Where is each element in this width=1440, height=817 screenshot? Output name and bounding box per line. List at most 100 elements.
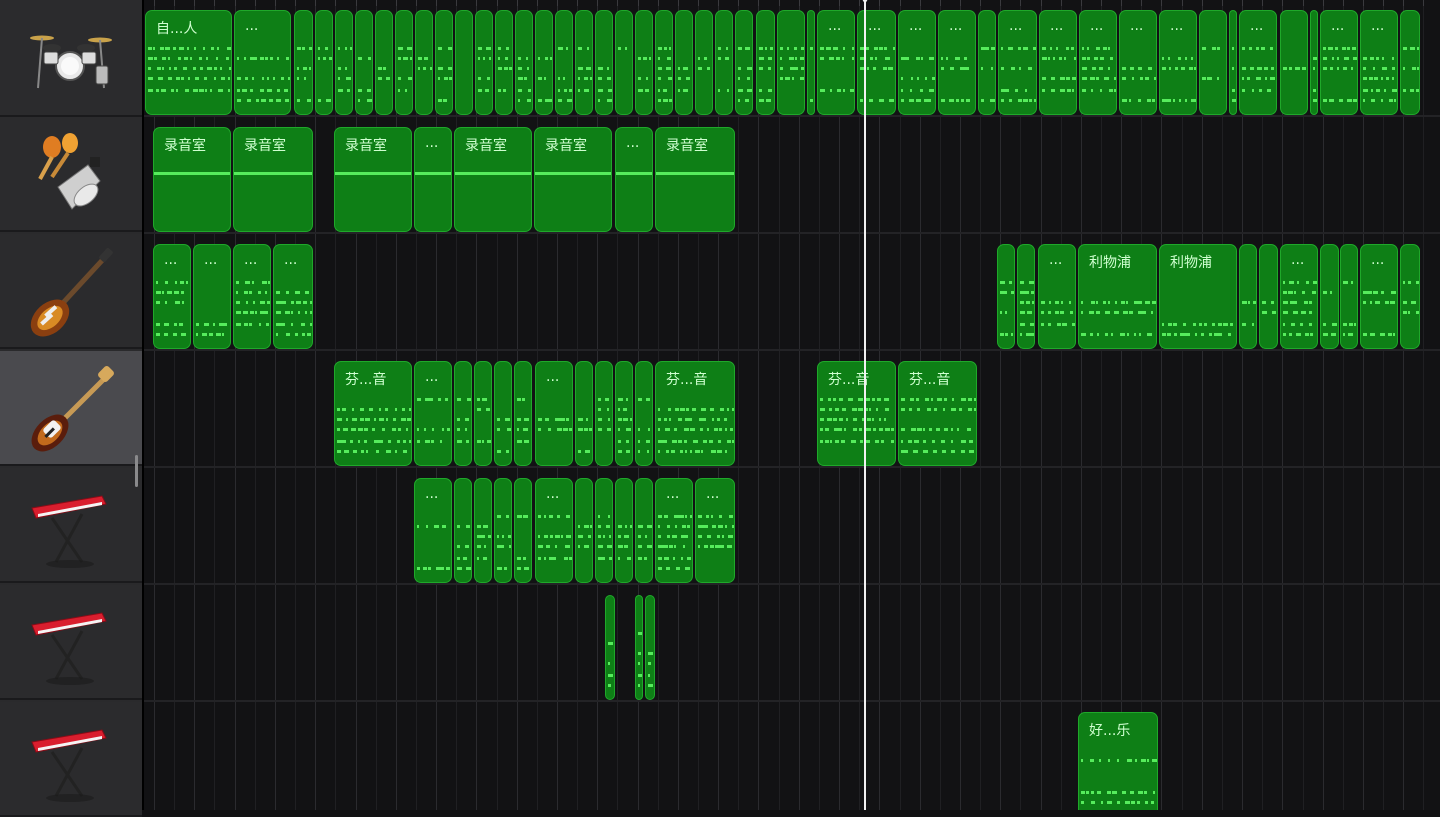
midi-region[interactable]: [474, 478, 492, 583]
vertical-scroll-indicator[interactable]: [135, 455, 138, 487]
midi-region[interactable]: [1340, 244, 1358, 349]
midi-region[interactable]: [454, 361, 472, 466]
midi-region[interactable]: ...: [1360, 10, 1398, 115]
midi-region[interactable]: 录音室: [233, 127, 313, 232]
midi-region[interactable]: [494, 478, 512, 583]
midi-region[interactable]: ...: [414, 127, 452, 232]
midi-region[interactable]: ...: [535, 478, 573, 583]
midi-region[interactable]: [777, 10, 805, 115]
midi-region[interactable]: 好...乐: [1078, 712, 1158, 810]
midi-region[interactable]: ...: [153, 244, 191, 349]
midi-region[interactable]: ...: [273, 244, 313, 349]
midi-region[interactable]: [635, 595, 643, 700]
midi-region[interactable]: [454, 478, 472, 583]
midi-region[interactable]: [375, 10, 393, 115]
midi-region[interactable]: [635, 361, 653, 466]
midi-region[interactable]: 芬...音: [817, 361, 896, 466]
midi-region[interactable]: ...: [695, 478, 735, 583]
midi-region[interactable]: [1280, 10, 1308, 115]
midi-region[interactable]: [575, 478, 593, 583]
midi-region[interactable]: [1229, 10, 1237, 115]
midi-region[interactable]: [475, 10, 493, 115]
midi-region[interactable]: [997, 244, 1015, 349]
midi-region[interactable]: 芬...音: [655, 361, 735, 466]
midi-region[interactable]: [695, 10, 713, 115]
track-header[interactable]: [0, 702, 142, 817]
midi-region[interactable]: 芬...音: [898, 361, 977, 466]
midi-region[interactable]: [455, 10, 473, 115]
midi-region[interactable]: 录音室: [334, 127, 412, 232]
midi-region[interactable]: [635, 478, 653, 583]
midi-region[interactable]: 利物浦: [1159, 244, 1237, 349]
midi-region[interactable]: [474, 361, 492, 466]
midi-region[interactable]: 自...人: [145, 10, 232, 115]
midi-region[interactable]: [635, 10, 653, 115]
midi-region[interactable]: 录音室: [534, 127, 612, 232]
track-header[interactable]: [0, 234, 142, 349]
midi-region[interactable]: [735, 10, 753, 115]
midi-region[interactable]: [1310, 10, 1318, 115]
midi-region[interactable]: [535, 10, 553, 115]
midi-region[interactable]: [595, 10, 613, 115]
midi-region[interactable]: [595, 478, 613, 583]
midi-region[interactable]: ...: [233, 244, 271, 349]
midi-region[interactable]: ...: [1360, 244, 1398, 349]
midi-region[interactable]: ...: [615, 127, 653, 232]
midi-region[interactable]: [335, 10, 353, 115]
track-header[interactable]: [0, 0, 142, 117]
midi-region[interactable]: [595, 361, 613, 466]
midi-region[interactable]: ...: [817, 10, 855, 115]
midi-region[interactable]: [575, 361, 593, 466]
midi-region[interactable]: [1259, 244, 1278, 349]
midi-region[interactable]: ...: [938, 10, 976, 115]
midi-region[interactable]: ...: [1159, 10, 1197, 115]
midi-region[interactable]: 录音室: [454, 127, 532, 232]
midi-region[interactable]: ...: [414, 478, 452, 583]
midi-region[interactable]: ...: [998, 10, 1037, 115]
midi-region[interactable]: [1400, 10, 1420, 115]
midi-region[interactable]: ...: [655, 478, 693, 583]
arrangement-area[interactable]: 自...人...................................…: [144, 0, 1440, 810]
midi-region[interactable]: [1017, 244, 1035, 349]
midi-region[interactable]: ...: [535, 361, 573, 466]
midi-region[interactable]: ...: [193, 244, 231, 349]
midi-region[interactable]: [615, 10, 633, 115]
midi-region[interactable]: [495, 10, 513, 115]
midi-region[interactable]: ...: [1280, 244, 1318, 349]
midi-region[interactable]: ...: [1079, 10, 1117, 115]
track-header[interactable]: [0, 351, 142, 466]
midi-region[interactable]: [575, 10, 593, 115]
playhead-handle[interactable]: [859, 0, 871, 4]
track-header[interactable]: [0, 585, 142, 700]
midi-region[interactable]: [1239, 244, 1257, 349]
midi-region[interactable]: [615, 361, 633, 466]
midi-region[interactable]: [715, 10, 733, 115]
midi-region[interactable]: ...: [898, 10, 936, 115]
midi-region[interactable]: [515, 10, 533, 115]
midi-region[interactable]: ...: [414, 361, 452, 466]
midi-region[interactable]: 芬...音: [334, 361, 412, 466]
track-header[interactable]: [0, 468, 142, 583]
midi-region[interactable]: [978, 10, 996, 115]
midi-region[interactable]: [1400, 244, 1420, 349]
midi-region[interactable]: [615, 478, 633, 583]
midi-region[interactable]: [555, 10, 573, 115]
track-header[interactable]: [0, 117, 142, 232]
midi-region[interactable]: [756, 10, 775, 115]
midi-region[interactable]: [1320, 244, 1339, 349]
midi-region[interactable]: [514, 361, 532, 466]
midi-region[interactable]: ...: [857, 10, 896, 115]
playhead[interactable]: [864, 0, 866, 810]
midi-region[interactable]: ...: [1119, 10, 1157, 115]
midi-region[interactable]: 利物浦: [1078, 244, 1157, 349]
midi-region[interactable]: [494, 361, 512, 466]
midi-region[interactable]: ...: [1239, 10, 1277, 115]
midi-region[interactable]: ...: [1038, 244, 1076, 349]
midi-region[interactable]: [315, 10, 333, 115]
midi-region[interactable]: [807, 10, 815, 115]
midi-region[interactable]: [605, 595, 615, 700]
midi-region[interactable]: 录音室: [655, 127, 735, 232]
midi-region[interactable]: ...: [234, 10, 291, 115]
midi-region[interactable]: [355, 10, 373, 115]
midi-region[interactable]: ...: [1039, 10, 1077, 115]
